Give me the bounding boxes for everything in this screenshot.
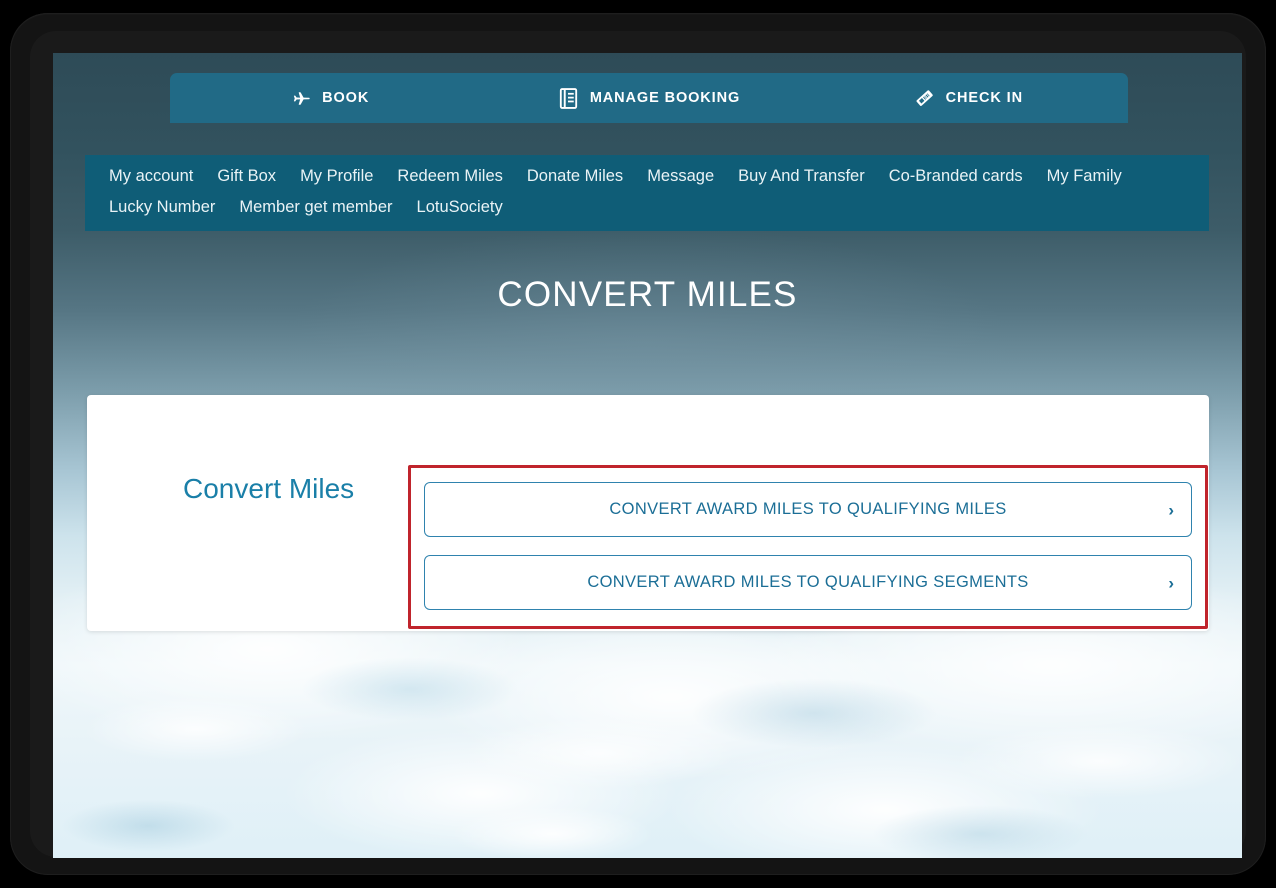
primary-nav-item-book[interactable]: BOOK [170,73,489,123]
account-nav-item-redeem-miles[interactable]: Redeem Miles [385,167,514,186]
convert-option-label: CONVERT AWARD MILES TO QUALIFYING SEGMEN… [541,573,1074,592]
convert-award-miles-to-qualifying-segments-button[interactable]: CONVERT AWARD MILES TO QUALIFYING SEGMEN… [424,555,1192,610]
account-navigation-bar: My account Gift Box My Profile Redeem Mi… [85,155,1209,231]
account-nav-item-my-profile[interactable]: My Profile [288,167,385,186]
airplane-icon [290,88,311,109]
account-nav-item-lotusociety[interactable]: LotuSociety [405,198,515,217]
primary-navigation-bar: BOOK MANAGE BOOKING [170,73,1128,123]
page-title: CONVERT MILES [53,275,1242,315]
account-nav-item-lucky-number[interactable]: Lucky Number [97,198,227,217]
primary-nav-label: MANAGE BOOKING [590,90,740,106]
device-frame: BOOK MANAGE BOOKING [10,13,1266,875]
chevron-right-icon: › [1168,574,1174,591]
browser-screen: BOOK MANAGE BOOKING [53,53,1242,858]
convert-miles-card: Convert Miles CONVERT AWARD MILES TO QUA… [87,395,1209,631]
account-nav-item-buy-and-transfer[interactable]: Buy And Transfer [726,167,877,186]
account-nav-item-donate-miles[interactable]: Donate Miles [515,167,635,186]
card-heading: Convert Miles [183,473,354,505]
account-nav-item-gift-box[interactable]: Gift Box [205,167,288,186]
primary-nav-label: BOOK [322,90,369,106]
convert-option-label: CONVERT AWARD MILES TO QUALIFYING MILES [563,500,1052,519]
account-nav-row-2: Lucky Number Member get member LotuSocie… [97,198,1197,217]
convert-award-miles-to-qualifying-miles-button[interactable]: CONVERT AWARD MILES TO QUALIFYING MILES … [424,482,1192,537]
convert-options-list: CONVERT AWARD MILES TO QUALIFYING MILES … [424,482,1192,610]
account-nav-item-my-account[interactable]: My account [97,167,205,186]
account-nav-item-member-get-member[interactable]: Member get member [227,198,404,217]
boarding-pass-icon [914,88,935,109]
primary-nav-item-check-in[interactable]: CHECK IN [809,73,1128,123]
chevron-right-icon: › [1168,501,1174,518]
primary-nav-item-manage-booking[interactable]: MANAGE BOOKING [489,73,808,123]
account-nav-item-co-branded-cards[interactable]: Co-Branded cards [877,167,1035,186]
account-nav-item-my-family[interactable]: My Family [1035,167,1134,186]
account-nav-row-1: My account Gift Box My Profile Redeem Mi… [97,167,1197,186]
booking-document-icon [558,88,579,109]
primary-nav-label: CHECK IN [946,90,1023,106]
account-nav-item-message[interactable]: Message [635,167,726,186]
